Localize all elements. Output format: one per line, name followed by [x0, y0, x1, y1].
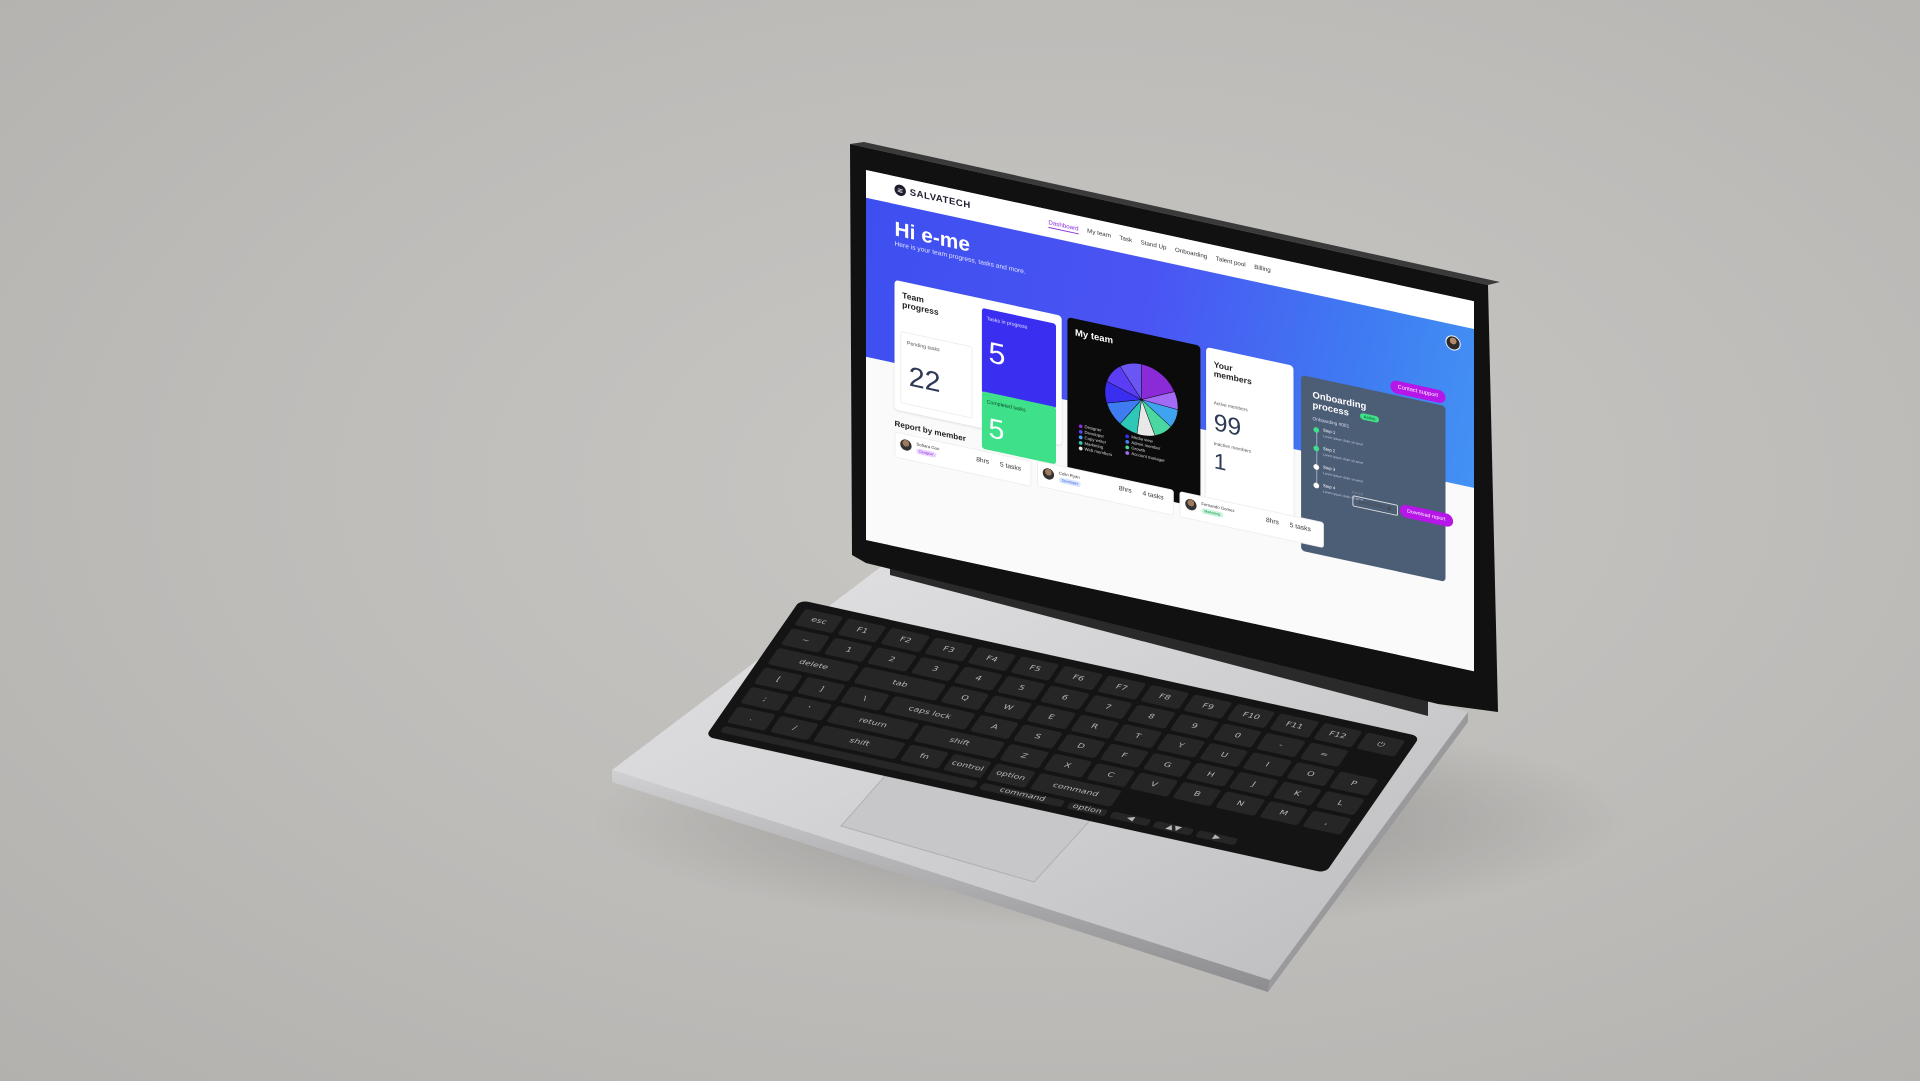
step-pending-dot-icon	[1313, 463, 1320, 471]
legend-dot-icon	[1078, 445, 1083, 451]
onboarding-step-2[interactable]: Step 2 Lorem ipsum dolor sit amet	[1313, 444, 1363, 466]
tasks-in-progress-value: 5	[988, 335, 1006, 373]
logo-text: SALVATECH	[909, 187, 971, 211]
onboarding-step-1[interactable]: Step 1 Lorem ipsum dolor sit amet	[1313, 426, 1363, 448]
salvatech-logo-icon: ≋	[894, 183, 906, 198]
legend-dot-icon	[1078, 423, 1083, 429]
member-tasks: 5 tasks	[1289, 522, 1311, 534]
pending-tasks-label: Pending tasks	[906, 340, 940, 354]
my-team-title: My team	[1075, 327, 1114, 347]
member-tasks: 5 tasks	[999, 461, 1022, 473]
legend-dot-icon	[1125, 433, 1130, 439]
nav-item-task[interactable]: Task	[1119, 235, 1132, 246]
nav-item-talent-pool[interactable]: Talent pool	[1216, 256, 1246, 271]
step-done-dot-icon	[1313, 426, 1320, 434]
completed-tasks-value: 5	[988, 412, 1005, 447]
nav-item-my-team[interactable]: My team	[1087, 228, 1111, 241]
legend-dot-icon	[1078, 440, 1083, 445]
pending-tasks-card[interactable]: Pending tasks 22	[900, 330, 973, 419]
step-done-dot-icon	[1313, 445, 1320, 452]
nav-item-stand-up[interactable]: Stand Up	[1141, 239, 1167, 253]
member-avatar	[1185, 497, 1197, 512]
step-desc: Lorem ipsum dolor sit amet	[1322, 434, 1364, 447]
member-hours: 8hrs	[976, 456, 990, 466]
nav-item-dashboard[interactable]: Dashboard	[1048, 219, 1079, 235]
active-members-value: 99	[1213, 407, 1242, 442]
step-desc: Lorem ipsum dolor sit amet	[1322, 452, 1364, 466]
member-hours: 8hrs	[1118, 485, 1132, 495]
legend-dot-icon	[1125, 450, 1130, 455]
step-pending-dot-icon	[1313, 482, 1320, 489]
tasks-in-progress-label: Tasks in progress	[986, 316, 1028, 331]
nav-item-billing[interactable]: Billing	[1254, 264, 1270, 276]
member-avatar	[900, 438, 912, 452]
legend-dot-icon	[1125, 439, 1130, 444]
legend-dot-icon	[1125, 444, 1130, 450]
step-desc: Lorem ipsum dolor sit amet	[1322, 471, 1364, 484]
legend-dot-icon	[1078, 429, 1083, 434]
onboarding-step-3[interactable]: Step 3 Lorem ipsum dolor sit amet	[1313, 463, 1363, 485]
onboarding-process-card: Onboarding process Active Onboarding #00…	[1301, 374, 1446, 582]
team-progress-title: Team progress	[902, 290, 939, 318]
member-avatar	[1042, 467, 1055, 481]
member-hours: 8hrs	[1265, 517, 1279, 527]
calendar-icon: ▦	[1386, 505, 1392, 512]
member-tasks: 4 tasks	[1142, 490, 1164, 502]
inactive-members-value: 1	[1213, 448, 1227, 477]
completed-tasks-label: Completed tasks	[986, 399, 1026, 414]
legend-dot-icon	[1078, 434, 1083, 440]
pending-tasks-value: 22	[908, 361, 941, 399]
your-members-title: Your members	[1213, 359, 1252, 387]
nav-item-onboarding[interactable]: Onboarding	[1175, 247, 1207, 262]
